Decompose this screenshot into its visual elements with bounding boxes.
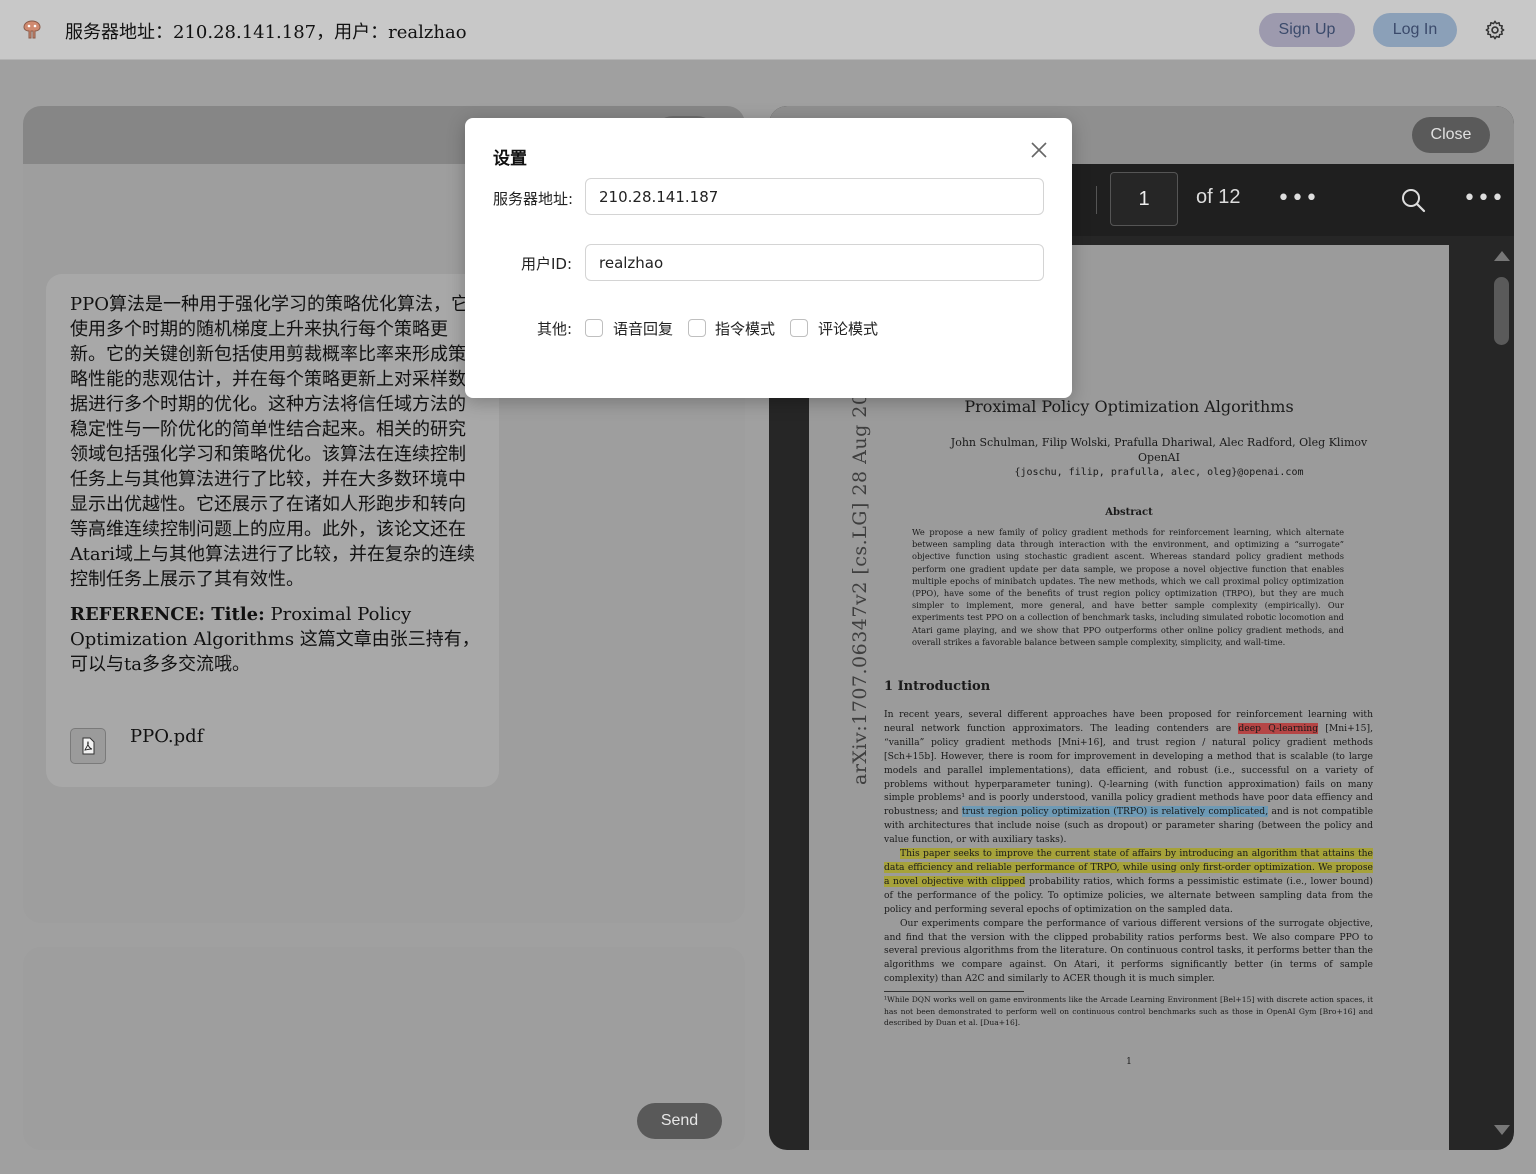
- reference-label: REFERENCE: Title:: [70, 604, 265, 625]
- pdf-attachment[interactable]: PPO.pdf: [70, 726, 370, 766]
- pdf-scrollbar[interactable]: [1489, 245, 1513, 1150]
- arxiv-identifier: arXiv:1707.06347v2 [cs.LG] 28 Aug 2017: [849, 367, 871, 785]
- toolbar-divider: [1096, 186, 1097, 214]
- intro-paragraph-1: In recent years, several different appro…: [884, 708, 1373, 847]
- user-id-input[interactable]: [585, 244, 1044, 281]
- close-icon[interactable]: [1029, 140, 1049, 160]
- author-affiliation: OpenAI: [1138, 451, 1180, 464]
- log-in-button[interactable]: Log In: [1373, 13, 1457, 47]
- intro-text-part: [Mni+15], “vanilla” policy gradient meth…: [884, 722, 1373, 818]
- attachment-file-name[interactable]: PPO.pdf: [130, 726, 203, 747]
- highlight-blue[interactable]: trust region policy optimization (TRPO) …: [961, 806, 1269, 818]
- scroll-up-arrow-icon[interactable]: [1494, 251, 1510, 261]
- footnote-rule: [884, 991, 1024, 992]
- page-number-input[interactable]: 1: [1110, 172, 1178, 226]
- intro-paragraph-3: Our experiments compare the performance …: [884, 917, 1373, 985]
- section-heading: 1 Introduction: [884, 679, 991, 694]
- command-mode-label[interactable]: 指令模式: [715, 318, 775, 339]
- app-logo-icon: [23, 20, 41, 39]
- comment-mode-checkbox[interactable]: [790, 319, 808, 337]
- assistant-message-text: PPO算法是一种用于强化学习的策略优化算法，它使用多个时期的随机梯度上升来执行每…: [70, 294, 476, 590]
- reference-text: REFERENCE: Title: Proximal Policy Optimi…: [70, 602, 480, 677]
- server-info-text: 服务器地址：210.28.141.187，用户：realzhao: [65, 22, 467, 43]
- author-emails: {joschu, filip, prafulla, alec, oleg}@op…: [1014, 467, 1304, 478]
- abstract-text: We propose a new family of policy gradie…: [912, 527, 1344, 647]
- footnote-text: ¹While DQN works well on game environmen…: [884, 995, 1373, 1027]
- top-bar: 服务器地址：210.28.141.187，用户：realzhao Sign Up…: [0, 0, 1536, 60]
- introduction-text: In recent years, several different appro…: [884, 708, 1373, 986]
- author-names: John Schulman, Filip Wolski, Prafulla Dh…: [950, 436, 1368, 449]
- pdf-file-icon[interactable]: [70, 728, 106, 764]
- server-address-label: 服务器地址:: [493, 190, 574, 208]
- send-button[interactable]: Send: [637, 1103, 722, 1139]
- modal-title: 设置: [493, 149, 527, 169]
- paper-title: Proximal Policy Optimization Algorithms: [964, 397, 1294, 416]
- close-button[interactable]: Close: [1412, 117, 1490, 153]
- gear-icon[interactable]: [1484, 19, 1506, 41]
- scroll-down-arrow-icon[interactable]: [1494, 1125, 1510, 1135]
- server-address-input[interactable]: [585, 178, 1044, 215]
- page-number-footer: 1: [1126, 1057, 1132, 1067]
- highlight-red[interactable]: deep Q-learning: [1238, 722, 1319, 734]
- menu-more-icon[interactable]: •••: [1463, 186, 1505, 211]
- search-icon[interactable]: [1399, 186, 1427, 214]
- page-total-label: of 12: [1196, 186, 1241, 208]
- user-id-label: 用户ID:: [521, 255, 573, 273]
- voice-reply-label[interactable]: 语音回复: [613, 318, 673, 339]
- scroll-thumb[interactable]: [1494, 277, 1509, 345]
- paper-authors: John Schulman, Filip Wolski, Prafulla Dh…: [879, 435, 1439, 480]
- settings-modal: 设置 服务器地址: 用户ID: 其他: 语音回复 指令模式 评论模式: [465, 118, 1072, 398]
- sign-up-button[interactable]: Sign Up: [1259, 13, 1355, 47]
- message-input-panel[interactable]: Send: [23, 947, 745, 1150]
- other-options-label: 其他:: [537, 320, 573, 338]
- command-mode-checkbox[interactable]: [688, 319, 706, 337]
- comment-mode-label[interactable]: 评论模式: [818, 318, 878, 339]
- more-options-icon[interactable]: •••: [1277, 186, 1319, 211]
- assistant-message-bubble: PPO算法是一种用于强化学习的策略优化算法，它使用多个时期的随机梯度上升来执行每…: [46, 274, 499, 787]
- voice-reply-checkbox[interactable]: [585, 319, 603, 337]
- intro-paragraph-2: This paper seeks to improve the current …: [884, 847, 1373, 917]
- abstract-heading: Abstract: [1105, 507, 1153, 518]
